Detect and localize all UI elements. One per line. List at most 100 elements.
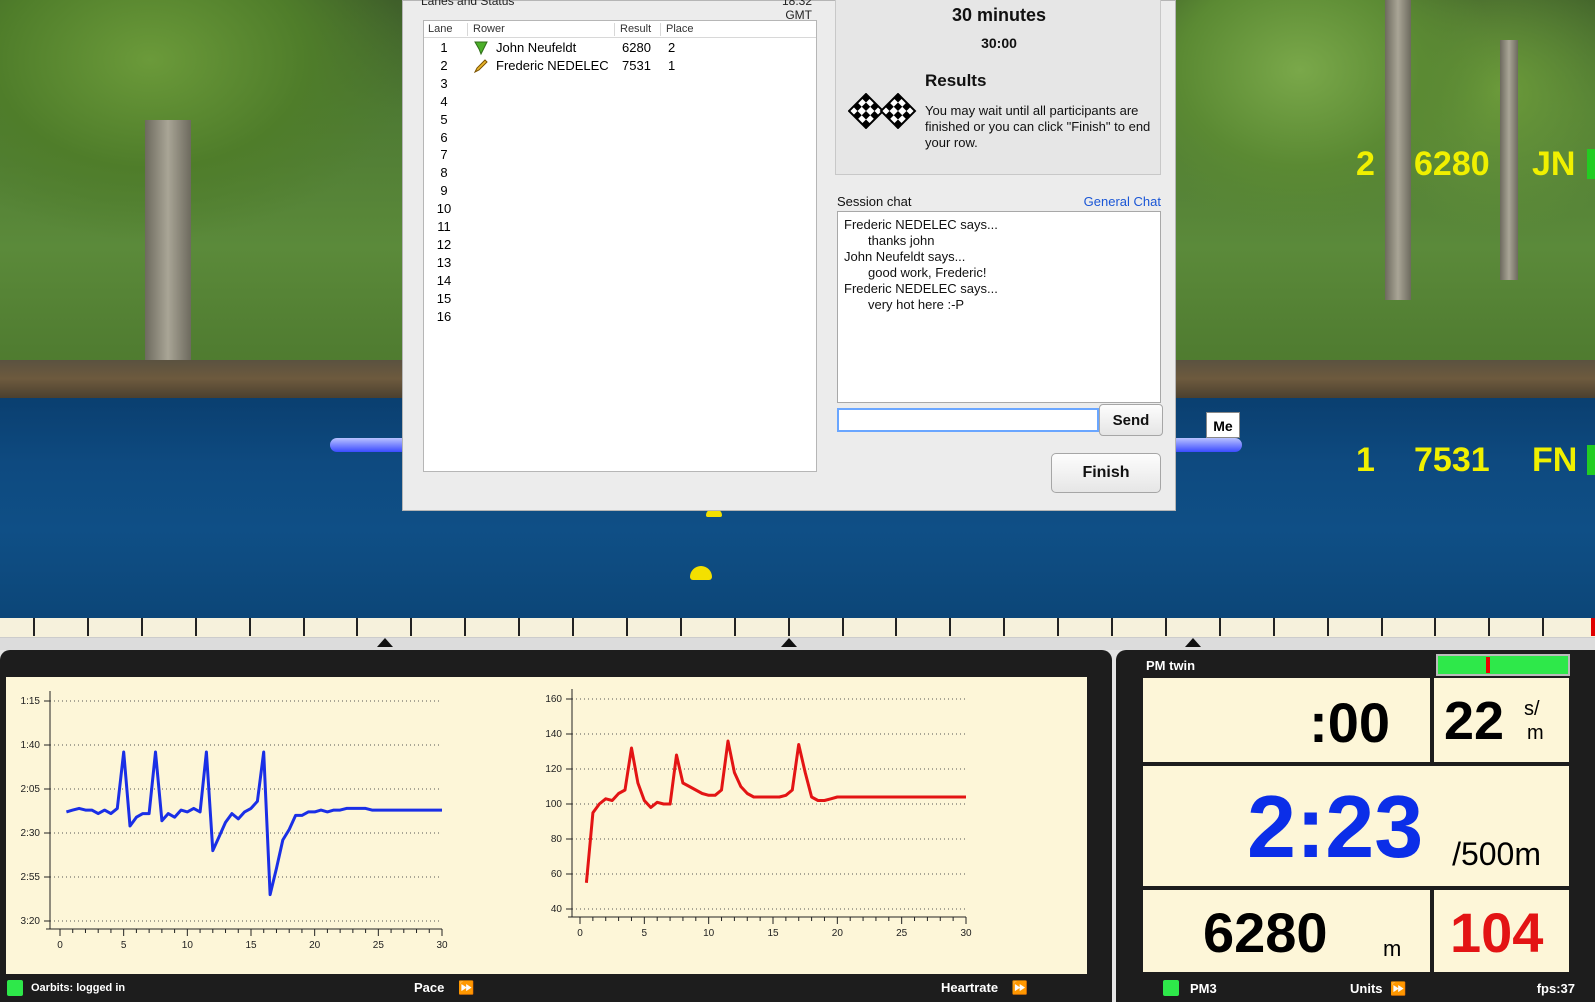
lane-number: 8	[440, 165, 448, 181]
y-tick-label: 2:30	[21, 828, 41, 839]
chat-log[interactable]: Frederic NEDELEC says... thanks john Joh…	[837, 211, 1161, 403]
y-tick-label: 40	[551, 904, 563, 915]
ruler-strip	[0, 638, 1595, 650]
chat-label: Session chat	[837, 194, 912, 209]
ruler-marker	[781, 638, 797, 647]
time-cell: :00	[1143, 678, 1430, 762]
checkered-flags-icon	[848, 93, 917, 129]
ruler-tick	[194, 618, 197, 636]
finish-button[interactable]: Finish	[1051, 453, 1161, 493]
ruler-marker	[1185, 638, 1201, 647]
pace-chart: 1:15 1:40 2:05 2:30 2:55 3:20 0 5 10 15 20 25 30	[6, 677, 538, 974]
pace-toggle-button[interactable]: Pace ⏩	[414, 980, 474, 996]
ruler-tick	[1434, 618, 1437, 636]
y-tick-label: 2:55	[21, 872, 41, 883]
x-tick-label: 5	[642, 928, 648, 939]
ruler-position-marker	[1591, 618, 1595, 636]
lane-number: 5	[440, 111, 448, 127]
x-tick-label: 25	[896, 928, 908, 939]
ruler-tick	[733, 618, 736, 636]
y-tick-label: 1:15	[21, 696, 41, 707]
table-row[interactable]: John Neufeldt 6280 2	[424, 40, 816, 58]
x-tick-label: 15	[245, 940, 257, 951]
series-line	[65, 750, 442, 897]
units-label: Units	[1350, 981, 1383, 996]
ruler-tick	[302, 618, 305, 636]
hud-distance: 6280	[1414, 145, 1490, 183]
lane-number: 16	[436, 308, 452, 324]
chat-author: Frederic NEDELEC says...	[844, 281, 998, 296]
chat-message: thanks john	[868, 233, 935, 248]
lane-number: 10	[436, 201, 452, 217]
send-button[interactable]: Send	[1099, 404, 1163, 436]
heartrate-toggle-button[interactable]: Heartrate ⏩	[941, 980, 1028, 996]
rival-boat	[330, 438, 410, 452]
ruler-tick	[895, 618, 898, 636]
ruler-tick	[86, 618, 89, 636]
ruler-marker	[377, 638, 393, 647]
ruler-tick	[1003, 618, 1006, 636]
x-tick-label: 0	[57, 940, 63, 951]
rower-place: 2	[668, 40, 676, 55]
ruler-tick	[1111, 618, 1113, 636]
graph-footer: Oarbits: logged in Pace ⏩ Heartrate ⏩	[0, 974, 1112, 1002]
lanes-title: Lanes and Status	[421, 0, 515, 8]
ruler-tick	[1164, 618, 1167, 636]
col-result[interactable]: Result	[616, 23, 661, 36]
rower-result: 6280	[622, 40, 651, 55]
ruler-tick	[949, 618, 952, 636]
y-tick-label: 60	[551, 869, 563, 880]
x-tick-label: 30	[960, 928, 972, 939]
lane-number: 12	[436, 236, 452, 252]
y-tick-label: 3:20	[21, 916, 41, 927]
pm-distance: 6280	[1203, 901, 1328, 964]
tree-trunk	[145, 120, 191, 365]
chat-input[interactable]	[837, 408, 1099, 432]
ruler-tick	[679, 618, 682, 636]
general-chat-link[interactable]: General Chat	[1063, 194, 1161, 209]
stroke-unit-bottom: m	[1527, 722, 1544, 744]
col-lane[interactable]: Lane	[424, 23, 468, 36]
oarbits-status-led	[7, 980, 23, 996]
lane-number: 9	[440, 183, 448, 199]
heartrate-chart: 160 140 120 100 80 60 40 0 5 10 15 20 25 30	[538, 677, 1087, 974]
hud-status-bar	[1587, 445, 1595, 475]
ruler-tick	[356, 618, 359, 636]
lane-number: 15	[436, 290, 452, 306]
distance-unit: m	[1383, 936, 1402, 961]
pm-heartrate: 104	[1450, 901, 1544, 964]
y-tick-label: 120	[545, 764, 562, 775]
col-rower[interactable]: Rower	[469, 23, 615, 36]
fast-forward-icon: ⏩	[1011, 980, 1028, 995]
table-row[interactable]: Frederic NEDELEC 7531 1	[424, 58, 816, 76]
hud-row-fn: 1 7531 FN	[1340, 441, 1595, 485]
col-place[interactable]: Place	[662, 23, 702, 36]
session-title: 30 minutes	[951, 5, 1047, 25]
x-tick-label: 20	[832, 928, 844, 939]
force-meter	[1436, 654, 1570, 676]
pm-title: PM twin	[1146, 658, 1196, 673]
ruler-tick	[625, 618, 628, 636]
chat-message: very hot here :-P	[868, 297, 965, 312]
results-text: You may wait until all participants are …	[925, 103, 1151, 150]
ruler-tick	[1057, 618, 1060, 636]
ruler-tick	[464, 618, 467, 636]
lane-number: 14	[436, 272, 452, 288]
ruler-tick	[1542, 618, 1545, 636]
pm-stroke-rate: 22	[1444, 691, 1505, 751]
rower-result: 7531	[622, 58, 651, 73]
distance-cell: 6280 m	[1143, 890, 1430, 972]
units-button[interactable]: Units ⏩	[1350, 981, 1406, 997]
pm-monitor-panel: PM twin :00 22 s/ m 2:23 /500m 6280 m 10…	[1116, 650, 1595, 1002]
rower-name: Frederic NEDELEC	[496, 58, 609, 73]
hud-place: 2	[1356, 145, 1375, 183]
x-tick-label: 0	[577, 928, 583, 939]
lanes-table: Lane Rower Result Place 1 2 3 4 5 6 7 8 9 10 11 12 1…	[423, 20, 817, 472]
ruler-tick	[1218, 618, 1221, 636]
pm-pace: 2:23	[1247, 777, 1424, 876]
pace-cell: 2:23 /500m	[1143, 766, 1569, 886]
my-boat	[1170, 438, 1242, 452]
results-dialog: Lanes and Status 18:32 GMT Lane Rower Re…	[402, 0, 1176, 511]
rower-name: John Neufeldt	[496, 40, 577, 55]
force-meter-marker	[1486, 657, 1490, 673]
